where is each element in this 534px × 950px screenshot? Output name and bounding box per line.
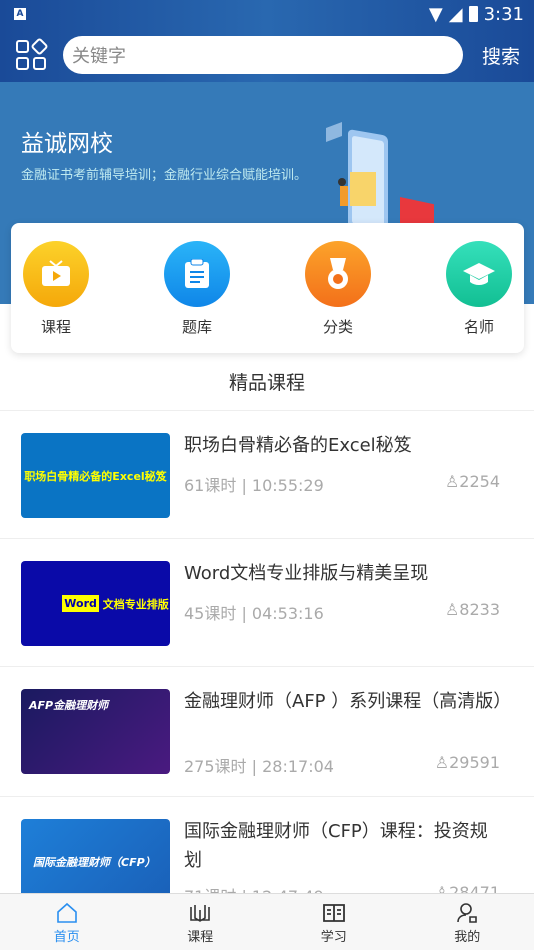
graduation-cap-icon (446, 241, 512, 307)
count-value: 8233 (459, 600, 500, 619)
course-meta: 45课时 | 04:53:16 (184, 604, 324, 623)
wifi-icon: ▼ (428, 3, 443, 25)
category-label: 分类 (322, 318, 353, 336)
course-item[interactable]: Word 文档专业排版 Word文档专业排版与精美呈现 45课时 | 04:53… (0, 539, 534, 667)
banner-title: 益诚网校 (21, 131, 113, 157)
clock: 3:31 (483, 3, 524, 25)
search-input[interactable]: 关键字 (63, 36, 463, 74)
user-icon: ♙ (444, 600, 460, 619)
course-list: 职场白骨精必备的Excel秘笈 职场白骨精必备的Excel秘笈 61课时 | 1… (0, 410, 534, 927)
home-icon (56, 902, 77, 923)
user-icon (457, 903, 478, 923)
user-icon: ♙ (444, 472, 460, 491)
category-label: 课程 (40, 318, 71, 336)
top-bar: A ▼ ◢ 3:31 关键字 搜索 (0, 0, 534, 82)
course-title: Word文档专业排版与精美呈现 (184, 563, 429, 584)
category-question-bank[interactable]: 题库 (163, 241, 231, 353)
count-value: 29591 (449, 753, 500, 772)
tab-label: 学习 (320, 930, 347, 945)
student-count: ♙8233 (445, 600, 500, 619)
battery-icon (468, 6, 478, 22)
course-meta: 61课时 | 10:55:29 (184, 476, 324, 495)
course-title: 金融理财师（AFP ）系列课程（高清版） (184, 691, 512, 712)
bottom-tab-bar: 首页 课程 学习 我的 (0, 893, 534, 950)
course-thumbnail: 国际金融理财师（CFP） (21, 819, 170, 904)
category-label: 名师 (463, 318, 494, 336)
tv-icon (23, 241, 89, 307)
category-classification[interactable]: 分类 (304, 241, 372, 353)
category-grid-icon[interactable] (14, 37, 49, 72)
tab-label: 我的 (454, 930, 481, 945)
course-thumbnail: Word 文档专业排版 (21, 561, 170, 646)
course-title: 职场白骨精必备的Excel秘笈 (184, 435, 412, 456)
search-placeholder: 关键字 (72, 46, 126, 67)
course-item[interactable]: AFP金融理财师 金融理财师（AFP ）系列课程（高清版） 275课时 | 28… (0, 667, 534, 797)
category-label: 题库 (181, 318, 212, 336)
tab-home[interactable]: 首页 (0, 894, 134, 950)
medal-icon (305, 241, 371, 307)
course-meta: 275课时 | 28:17:04 (184, 757, 334, 776)
signal-icon: ◢ (448, 3, 463, 25)
course-thumbnail: AFP金融理财师 (21, 689, 170, 774)
tab-mine[interactable]: 我的 (401, 894, 534, 950)
book-open-icon (190, 905, 211, 922)
tab-study[interactable]: 学习 (267, 894, 401, 950)
tab-courses[interactable]: 课程 (134, 894, 268, 950)
category-card: 课程 题库 分类 名师 (11, 223, 524, 353)
app-notification-icon: A (14, 8, 26, 20)
book-icon (322, 904, 345, 922)
section-title: 精品课程 (228, 372, 305, 394)
banner-subtitle: 金融证书考前辅导培训；金融行业综合赋能培训。 (21, 168, 308, 183)
user-icon: ♙ (434, 753, 450, 772)
clipboard-icon (164, 241, 230, 307)
count-value: 2254 (459, 472, 500, 491)
course-title: 国际金融理财师（CFP）课程：投资规划 (184, 821, 488, 871)
status-bar: A ▼ ◢ 3:31 (0, 0, 534, 28)
student-count: ♙29591 (435, 753, 500, 772)
category-courses[interactable]: 课程 (22, 241, 90, 353)
tab-label: 课程 (187, 930, 214, 945)
student-count: ♙2254 (445, 472, 500, 491)
tab-label: 首页 (53, 930, 80, 945)
course-item[interactable]: 职场白骨精必备的Excel秘笈 职场白骨精必备的Excel秘笈 61课时 | 1… (0, 411, 534, 539)
search-button[interactable]: 搜索 (482, 42, 520, 69)
category-teachers[interactable]: 名师 (445, 241, 513, 353)
course-thumbnail: 职场白骨精必备的Excel秘笈 (21, 433, 170, 518)
